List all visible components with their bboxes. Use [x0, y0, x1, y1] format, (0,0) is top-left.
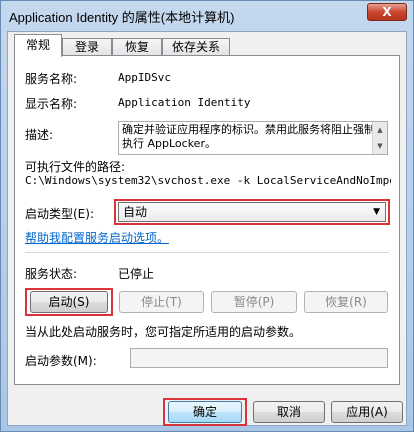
description-box[interactable]: 确定并验证应用程序的标识。禁用此服务将阻止强制执行 AppLocker。 ▲ ▼ — [118, 121, 388, 155]
scroll-up-arrow-icon[interactable]: ▲ — [372, 122, 387, 138]
apply-button[interactable]: 应用(A) — [331, 401, 403, 423]
display-name-value: Application Identity — [118, 96, 251, 109]
dropdown-arrow-icon: ▼ — [373, 207, 380, 217]
start-params-input[interactable] — [130, 348, 388, 368]
close-button[interactable]: X — [367, 3, 407, 21]
stop-button[interactable]: 停止(T) — [119, 291, 204, 313]
separator — [25, 252, 389, 253]
tab-dependencies[interactable]: 依存关系 — [162, 38, 230, 56]
scroll-down-arrow-icon[interactable]: ▼ — [372, 138, 387, 154]
description-text: 确定并验证应用程序的标识。禁用此服务将阻止强制执行 AppLocker。 — [122, 123, 375, 150]
description-label: 描述: — [25, 128, 54, 142]
start-button[interactable]: 启动(S) — [30, 291, 108, 313]
cancel-button[interactable]: 取消 — [253, 401, 325, 423]
tab-logon[interactable]: 登录 — [62, 38, 112, 56]
service-status-label: 服务状态: — [25, 267, 78, 281]
resume-button[interactable]: 恢复(R) — [304, 291, 388, 313]
service-status-value: 已停止 — [118, 267, 155, 281]
window-title: Application Identity 的属性(本地计算机) — [9, 10, 235, 25]
path-value: C:\Windows\system32\svchost.exe -k Local… — [25, 174, 391, 187]
ok-button[interactable]: 确定 — [168, 401, 242, 423]
dialog-client: 常规 登录 恢复 依存关系 服务名称: AppIDSvc 显示名称: Appli… — [7, 31, 407, 426]
startup-type-select[interactable]: 自动 ▼ — [118, 202, 386, 222]
title-bar[interactable]: Application Identity 的属性(本地计算机) X — [1, 1, 413, 31]
path-label: 可执行文件的路径: — [25, 160, 126, 174]
general-panel: 服务名称: AppIDSvc 显示名称: Application Identit… — [14, 55, 400, 385]
startup-type-label: 启动类型(E): — [25, 207, 94, 221]
display-name-label: 显示名称: — [25, 97, 78, 111]
service-name-label: 服务名称: — [25, 72, 78, 86]
properties-window: Application Identity 的属性(本地计算机) X 常规 登录 … — [0, 0, 414, 432]
pause-button[interactable]: 暂停(P) — [211, 291, 297, 313]
help-configure-link[interactable]: 帮助我配置服务启动选项。 — [25, 229, 169, 246]
start-params-hint: 当从此处启动服务时，您可指定所适用的启动参数。 — [25, 325, 302, 339]
tab-general[interactable]: 常规 — [14, 34, 62, 57]
tab-recovery[interactable]: 恢复 — [112, 38, 162, 56]
startup-type-value: 自动 — [123, 205, 148, 219]
service-name-value: AppIDSvc — [118, 71, 171, 84]
start-params-label: 启动参数(M): — [25, 354, 97, 368]
